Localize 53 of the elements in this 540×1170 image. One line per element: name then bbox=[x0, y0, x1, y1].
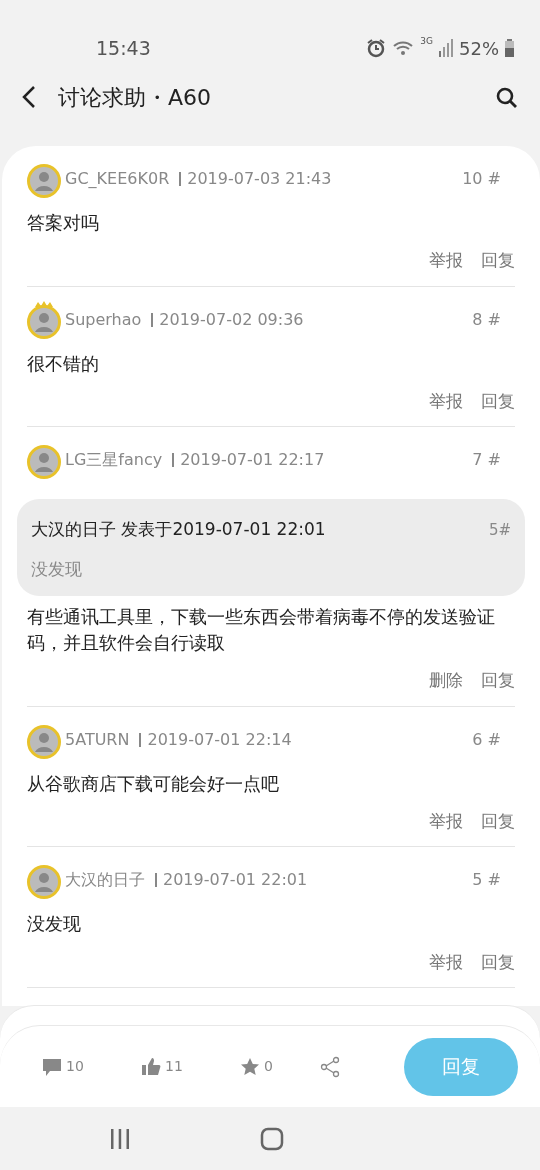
reply-link[interactable]: 回复 bbox=[481, 808, 515, 835]
post-time: 2019-07-01 22:17 bbox=[172, 453, 325, 468]
floor-number: 7 # bbox=[472, 449, 501, 472]
username[interactable]: 5ATURN bbox=[65, 727, 130, 752]
post-time: 2019-07-02 09:36 bbox=[151, 312, 304, 327]
post-time: 2019-07-01 22:14 bbox=[139, 732, 292, 747]
clock-time: 15:43 bbox=[96, 35, 151, 61]
comment-icon[interactable] bbox=[42, 1056, 62, 1077]
search-icon bbox=[496, 86, 518, 109]
action-link[interactable]: 举报 bbox=[429, 248, 463, 274]
battery-percent: 52% bbox=[459, 36, 499, 61]
alarm-icon bbox=[366, 38, 387, 58]
signal-icon bbox=[439, 39, 453, 57]
comment-count: 10 bbox=[66, 1057, 84, 1076]
username[interactable]: LG三星fancy bbox=[65, 448, 163, 473]
action-link[interactable]: 举报 bbox=[429, 388, 463, 415]
action-link[interactable]: 举报 bbox=[429, 808, 463, 835]
star-icon[interactable] bbox=[240, 1056, 260, 1077]
wifi-icon bbox=[392, 39, 415, 57]
quote-text: 没发现 bbox=[31, 557, 83, 581]
battery-icon bbox=[505, 39, 514, 57]
post-time: 2019-07-01 22:01 bbox=[155, 873, 308, 888]
username[interactable]: 大汉的日子 bbox=[65, 868, 145, 893]
action-link[interactable]: 举报 bbox=[429, 949, 463, 976]
thumbs-up-icon[interactable] bbox=[141, 1056, 161, 1077]
quote-floor: 5# bbox=[488, 519, 511, 541]
home-icon[interactable] bbox=[260, 1126, 284, 1151]
reply-link[interactable]: 回复 bbox=[481, 388, 515, 415]
post-content: 答案对吗 bbox=[27, 211, 100, 235]
floor-number: 10 # bbox=[462, 168, 501, 190]
favorite-count: 0 bbox=[264, 1057, 273, 1076]
action-link[interactable]: 删除 bbox=[429, 668, 463, 694]
floor-number: 6 # bbox=[472, 728, 501, 751]
reply-link[interactable]: 回复 bbox=[481, 668, 515, 694]
username[interactable]: Superhao bbox=[65, 307, 142, 332]
page-title: 讨论求助・A60 bbox=[58, 83, 212, 112]
post-content: 很不错的 bbox=[27, 351, 100, 376]
back-icon bbox=[22, 85, 36, 110]
post-content: 有些通讯工具里，下载一些东西会带着病毒不停的发送验证码，并且软件会自行读取 bbox=[27, 605, 496, 656]
post-content: 从谷歌商店下载可能会好一点吧 bbox=[27, 771, 280, 796]
search-button[interactable] bbox=[496, 85, 518, 109]
share-icon[interactable] bbox=[320, 1055, 340, 1078]
back-button[interactable] bbox=[22, 84, 36, 110]
network-type: 3G bbox=[420, 34, 433, 48]
like-count: 11 bbox=[165, 1057, 183, 1076]
reply-link[interactable]: 回复 bbox=[481, 949, 515, 976]
floor-number: 5 # bbox=[472, 869, 501, 892]
post-time: 2019-07-03 21:43 bbox=[179, 172, 332, 186]
floor-number: 8 # bbox=[472, 308, 501, 331]
username[interactable]: GC_KEE6K0R bbox=[65, 167, 170, 191]
post-content: 没发现 bbox=[27, 912, 82, 937]
quote-author: 大汉的日子 发表于2019-07-01 22:01 bbox=[31, 518, 326, 542]
reply-link[interactable]: 回复 bbox=[481, 248, 515, 274]
